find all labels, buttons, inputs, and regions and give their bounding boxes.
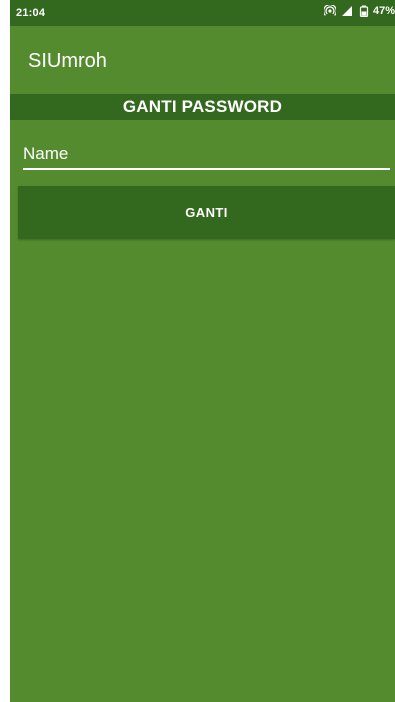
status-bar: 21:04 47% [10,0,395,26]
status-icons: 47% [322,3,395,18]
hotspot-icon [322,3,337,17]
app-bar: SIUmroh [10,26,395,94]
app-title: SIUmroh [28,50,107,72]
signal-icon [341,5,353,17]
name-field-underline [23,168,390,170]
section-title: GANTI PASSWORD [10,94,395,120]
ganti-button[interactable]: GANTI [18,186,395,239]
battery-percentage: 47% [372,5,395,17]
name-input[interactable] [23,140,390,168]
app-screen: 21:04 47% SIUmroh GANTI PASSWORD Name GA… [10,0,395,702]
name-field [23,140,390,172]
status-time: 21:04 [16,7,46,19]
battery-icon [358,5,370,18]
